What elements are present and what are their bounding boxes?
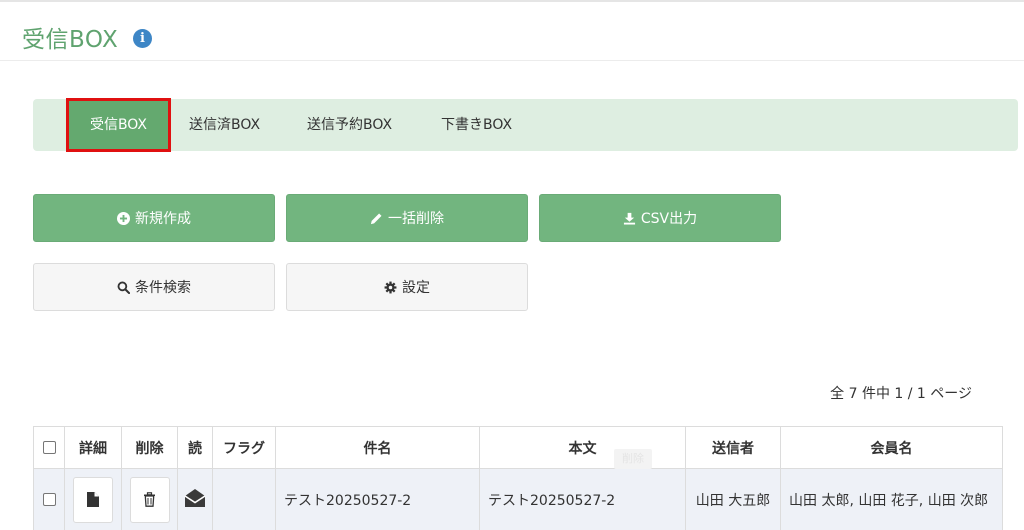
gear-icon: [384, 281, 397, 293]
file-icon: [87, 492, 99, 507]
column-header-flag: フラグ: [212, 426, 276, 469]
delete-button[interactable]: [129, 476, 170, 523]
pencil-icon: [370, 212, 382, 224]
page-title: 受信BOX: [22, 27, 119, 53]
csv-export-button[interactable]: CSV出力: [539, 194, 781, 242]
faded-delete-tooltip: 削除: [614, 449, 652, 469]
tab-bar: 受信BOX 送信済BOX 送信予約BOX 下書きBOX: [33, 98, 1018, 152]
sender-cell: 山田 大五郎: [685, 468, 781, 530]
detail-cell: [64, 468, 122, 530]
bulk-delete-button[interactable]: 一括削除: [286, 194, 528, 242]
tab-inbox[interactable]: 受信BOX: [66, 98, 171, 152]
tab-drafts[interactable]: 下書きBOX: [441, 99, 512, 151]
column-header-subject[interactable]: 件名: [275, 426, 480, 469]
envelope-open-icon[interactable]: [184, 488, 206, 508]
detail-button[interactable]: [73, 476, 113, 523]
column-header-detail: 詳細: [64, 426, 122, 469]
select-all-checkbox[interactable]: [42, 441, 56, 454]
inbox-table: 詳細 削除 読 フラグ 件名 本文 送信者 会員名 テスト20250527-2 …: [33, 426, 1003, 530]
body-cell[interactable]: テスト20250527-2: [479, 468, 686, 530]
select-all-cell: [33, 426, 65, 469]
settings-label: 設定: [402, 280, 430, 296]
new-message-button[interactable]: 新規作成: [33, 194, 275, 242]
delete-cell: [121, 468, 178, 530]
new-message-label: 新規作成: [135, 211, 191, 227]
column-header-members[interactable]: 会員名: [780, 426, 1003, 469]
trash-icon: [144, 492, 155, 507]
plus-circle-icon: [117, 211, 130, 225]
tab-sent[interactable]: 送信済BOX: [189, 99, 260, 151]
tab-scheduled[interactable]: 送信予約BOX: [307, 99, 392, 151]
read-status-cell: [177, 468, 213, 530]
pagination-info: 全 7 件中 1 / 1 ページ: [830, 386, 972, 402]
download-icon: [623, 212, 635, 225]
csv-export-label: CSV出力: [640, 211, 698, 227]
page-header: 受信BOX i: [0, 2, 1024, 61]
search-icon: [117, 281, 130, 294]
column-header-sender[interactable]: 送信者: [685, 426, 781, 469]
column-header-body[interactable]: 本文: [479, 426, 686, 469]
table-row[interactable]: テスト20250527-2 テスト20250527-2 山田 大五郎 山田 太郎…: [33, 468, 1003, 530]
row-checkbox-cell: [33, 468, 65, 530]
bulk-delete-label: 一括削除: [388, 211, 444, 227]
table-header-row: 詳細 削除 読 フラグ 件名 本文 送信者 会員名: [33, 426, 1003, 469]
info-icon[interactable]: i: [133, 29, 152, 48]
column-header-delete: 削除: [121, 426, 178, 469]
condition-search-button[interactable]: 条件検索: [33, 263, 275, 311]
members-cell: 山田 太郎, 山田 花子, 山田 次郎: [780, 468, 1003, 530]
condition-search-label: 条件検索: [135, 280, 191, 296]
column-header-read: 読: [177, 426, 213, 469]
row-checkbox[interactable]: [42, 493, 56, 506]
subject-cell[interactable]: テスト20250527-2: [275, 468, 480, 530]
settings-button[interactable]: 設定: [286, 263, 528, 311]
flag-cell[interactable]: [212, 468, 276, 530]
